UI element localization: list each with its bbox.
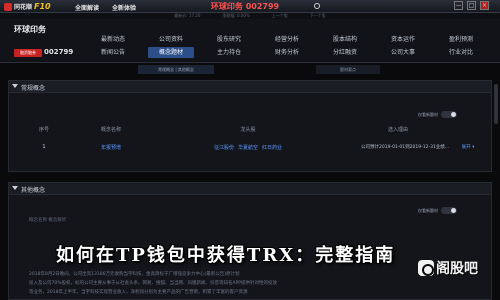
col-reason: 选入理由 — [387, 126, 408, 133]
nav-capital-structure[interactable]: 股本结构 — [322, 34, 368, 45]
leader-stocks: 征江股份 华夏航空 红日药业 — [143, 144, 353, 151]
leader-stock-link[interactable]: 华夏航空 — [238, 144, 258, 151]
minimize-button[interactable]: — — [454, 1, 463, 10]
app-name: 同花顺 — [14, 4, 33, 11]
nav-financials[interactable]: 财务分析 — [264, 47, 310, 58]
panel-title: 其他概念 — [21, 187, 46, 194]
col-index: 序号 — [38, 126, 49, 133]
collapse-arrow-icon[interactable] — [12, 84, 18, 88]
panel-header[interactable]: 其他概念 — [9, 183, 491, 195]
watermark-text: 阁股吧 — [436, 261, 478, 277]
toggle-label: 仅看新题材 — [418, 111, 438, 117]
theme-subnav[interactable]: 题材要点 — [316, 65, 380, 74]
row-index: 1 — [42, 144, 46, 150]
stock-name: 环球印务 — [14, 25, 46, 34]
nav-dividends[interactable]: 分红融资 — [322, 47, 368, 58]
new-theme-toggle[interactable] — [441, 207, 457, 214]
site-logo-icon — [418, 260, 434, 276]
concept-link[interactable]: 年报预增 — [79, 144, 143, 151]
collapse-arrow-icon[interactable] — [12, 186, 18, 190]
close-button[interactable]: × — [480, 1, 489, 10]
nav-industry[interactable]: 行业对比 — [438, 47, 484, 58]
leader-stock-link[interactable]: 红日药业 — [262, 144, 282, 151]
concept-description-line: 投入及公司70%股权，标的公司主要从事于从社会头条、网易、搜狐、当当网、凤凰新闻… — [29, 281, 278, 286]
col-concept: 概念名称 — [100, 126, 121, 133]
scrollbar-thumb[interactable] — [494, 84, 498, 124]
nav-concepts[interactable]: 概念题材 — [148, 47, 194, 58]
stock-code: 002799 — [44, 48, 74, 56]
flame-logo-icon — [4, 2, 12, 11]
nav-latest[interactable]: 最新动态 — [90, 34, 136, 45]
site-watermark: 阁股吧 — [418, 258, 478, 278]
app-logo: 同花顺 F10 — [4, 2, 51, 11]
concept-description-line: 等业务，2018年上半年，当宇科技实现营业收入，净利润分别为主要产品的广告营销，… — [29, 290, 248, 295]
leader-stock-link[interactable]: 征江股份 — [214, 144, 234, 151]
margin-trading-badge: 融资融券 — [14, 49, 42, 57]
reason-text: 公司预计2019-01-01到2019-12-31业绩... — [361, 145, 450, 150]
new-theme-toggle[interactable] — [441, 111, 457, 118]
concept-description-line: 2018年8月2日晚间，公司出资13186万元收购当宇科技，金高目标于厂增强竞争… — [29, 272, 240, 277]
concept-subnav[interactable]: 常规概念 | 其他概念 — [138, 65, 214, 74]
nav-forecast[interactable]: 盈利预测 — [438, 34, 484, 45]
panel-header[interactable]: 常规概念 — [9, 81, 491, 93]
nav-main-holdings[interactable]: 主力持仓 — [206, 47, 252, 58]
table-header: 序号 概念名称 龙头股 选入理由 — [9, 121, 493, 137]
experience-tagline: 全新体验 — [112, 5, 137, 12]
stock-header: 环球印务 融资融券 002799 最新动态 公司资料 股东研究 经营分析 股本结… — [0, 19, 500, 74]
search-icon[interactable] — [314, 3, 320, 9]
expand-link[interactable]: 展开 ▾ — [443, 144, 493, 150]
nav-operations[interactable]: 经营分析 — [264, 34, 310, 45]
maximize-button[interactable]: □ — [467, 1, 476, 10]
top-bar: 同花顺 F10 全面解读 全新体验 环球印务 002799 — □ × — [0, 0, 500, 13]
brand-tagline: 全面解读 — [75, 5, 100, 12]
new-theme-filter[interactable]: 仅看新题材 — [418, 207, 457, 214]
toggle-label: 仅看新题材 — [418, 207, 438, 213]
other-concepts-header: 概念名称 概念解析 — [29, 218, 67, 223]
table-row: 1 年报预增 征江股份 华夏航空 红日药业 公司预计2019-01-01到201… — [9, 137, 493, 157]
nav-shareholders[interactable]: 股东研究 — [206, 34, 252, 45]
panel-title: 常规概念 — [21, 85, 46, 92]
regular-concepts-panel: 常规概念 仅看新题材 序号 概念名称 龙头股 选入理由 1 年报预增 征江股份 … — [8, 80, 492, 172]
col-leaders: 龙头股 — [240, 126, 256, 133]
nav-events[interactable]: 公司大事 — [380, 47, 426, 58]
nav-news[interactable]: 新闻公告 — [90, 47, 136, 58]
concept-table: 序号 概念名称 龙头股 选入理由 1 年报预增 征江股份 华夏航空 红日药业 公… — [9, 121, 493, 157]
window-title: 环球印务 002799 — [210, 2, 280, 11]
nav-capital-operations[interactable]: 资本运作 — [380, 34, 426, 45]
app-f10-label: F10 — [34, 2, 51, 11]
overlay-article-title: 如何在TP钱包中获得TRX：完整指南 — [56, 245, 396, 266]
new-theme-filter[interactable]: 仅看新题材 — [418, 111, 457, 118]
nav-company-profile[interactable]: 公司资料 — [148, 34, 194, 45]
f10-nav: 最新动态 公司资料 股东研究 经营分析 股本结构 资本运作 盈利预测 新闻公告 … — [90, 34, 484, 60]
